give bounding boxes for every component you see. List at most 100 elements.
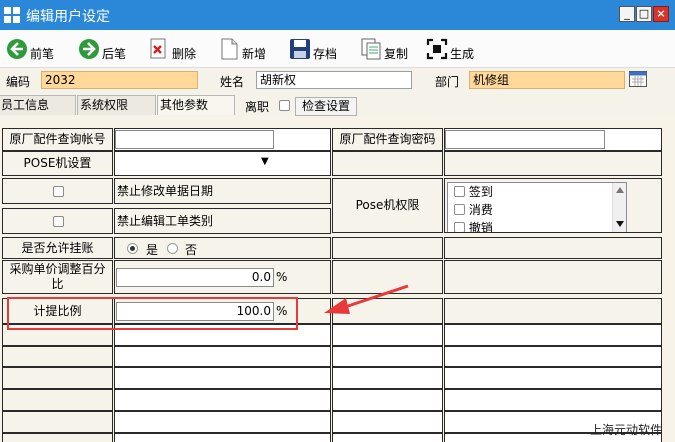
- purchase-adjust-input[interactable]: 0.0: [116, 268, 274, 287]
- toolbar: 前笔 后笔 删除 新增 存档 复制 生成: [0, 30, 675, 68]
- grid-empty-cell: [332, 346, 443, 367]
- oem-password-label: 原厂配件查询密码: [332, 128, 443, 151]
- grid-empty-cell: [444, 237, 662, 259]
- pose-setting-label: POSE机设置: [2, 151, 113, 176]
- close-button[interactable]: ×: [653, 6, 669, 22]
- scrollbar[interactable]: [612, 183, 626, 232]
- title-bar: 编辑用户设定 _ □ ×: [0, 0, 675, 30]
- name-label: 姓名: [220, 75, 245, 89]
- allow-credit-label: 是否允许挂账: [2, 237, 113, 259]
- info-row: 编码 2032 姓名 胡新权 部门 机修组: [0, 68, 675, 92]
- pose-permission-list[interactable]: 签到 消费 撤销: [447, 182, 627, 232]
- grid-empty-cell: [332, 433, 443, 442]
- oem-account-label: 原厂配件查询帐号: [2, 128, 113, 151]
- forbid-edit-type-label: 禁止编辑工单类别: [114, 208, 331, 234]
- new-document-icon: [221, 38, 238, 60]
- minimize-button[interactable]: _: [619, 6, 635, 22]
- grid-empty-cell: [114, 367, 331, 389]
- delete-button[interactable]: 删除: [148, 34, 196, 64]
- dept-field[interactable]: 机修组: [469, 71, 625, 89]
- check-settings-button[interactable]: 检查设置: [295, 97, 358, 116]
- grid-empty-cell: [444, 346, 662, 367]
- resign-label: 离职: [245, 100, 270, 114]
- list-item[interactable]: 签到: [448, 183, 626, 201]
- windows-logo-icon: [4, 7, 20, 23]
- grid-empty-cell: [2, 433, 113, 442]
- oem-password-cell: [444, 128, 662, 151]
- grid-empty-cell: [114, 346, 331, 367]
- save-button[interactable]: 存档: [289, 34, 337, 64]
- oem-password-input[interactable]: [445, 130, 605, 149]
- grid-empty-cell: [444, 389, 662, 411]
- grid-empty-cell: [114, 324, 331, 346]
- name-field[interactable]: 胡新权: [256, 71, 412, 89]
- next-button[interactable]: 后笔: [78, 34, 126, 64]
- no-radio[interactable]: [167, 243, 178, 254]
- grid-empty-cell: [444, 324, 662, 346]
- no-label: 否: [185, 243, 198, 257]
- maximize-button[interactable]: □: [636, 6, 652, 22]
- grid-empty-cell: [444, 260, 662, 294]
- copy-button[interactable]: 复制: [360, 34, 408, 64]
- forbid-edit-date-checkbox[interactable]: [53, 186, 64, 197]
- resign-checkbox[interactable]: [279, 100, 290, 111]
- commission-input[interactable]: 100.0: [116, 302, 274, 321]
- scroll-up-icon[interactable]: [616, 187, 624, 193]
- code-field[interactable]: 2032: [41, 71, 198, 89]
- forbid-edit-type-checkbox[interactable]: [53, 216, 64, 227]
- commission-cell: 100.0 %: [114, 298, 331, 324]
- grid-empty-cell: [2, 367, 113, 389]
- purchase-adjust-label: 采购单价调整百分 比: [2, 260, 113, 294]
- window-title: 编辑用户设定: [26, 9, 110, 25]
- percent-sign: %: [276, 270, 288, 284]
- yes-radio[interactable]: [127, 243, 138, 254]
- grid-empty-cell: [2, 346, 113, 367]
- grid-empty-cell: [332, 367, 443, 389]
- copy-icon: [361, 38, 381, 60]
- grid-empty-cell: [444, 151, 662, 176]
- forbid-edit-date-label: 禁止修改单据日期: [114, 178, 331, 204]
- generate-icon: [426, 38, 448, 60]
- tab-employee-info[interactable]: 员工信息: [0, 95, 76, 115]
- add-button[interactable]: 新增: [218, 34, 266, 64]
- tabs-row: 员工信息 系统权限 其他参数 离职 检查设置: [0, 92, 675, 116]
- prev-button[interactable]: 前笔: [6, 34, 54, 64]
- grid-empty-cell: [332, 389, 443, 411]
- commission-label: 计提比例: [2, 298, 113, 324]
- list-item[interactable]: 撤销: [448, 219, 626, 232]
- annotation-arrow-icon: [324, 284, 409, 314]
- grid-empty-cell: [114, 389, 331, 411]
- grid-empty-cell: [444, 298, 662, 324]
- permission-checkbox[interactable]: [454, 204, 465, 215]
- grid-empty-cell: [332, 411, 443, 433]
- grid-empty-cell: [332, 324, 443, 346]
- grid-empty-cell: [332, 237, 443, 259]
- generate-button[interactable]: 生成: [426, 34, 474, 64]
- forbid-edit-date-cell: [2, 178, 113, 204]
- oem-account-input[interactable]: [115, 130, 274, 149]
- pose-setting-dropdown[interactable]: ▼: [115, 154, 274, 173]
- pose-setting-cell: ▼: [114, 151, 331, 176]
- grid-empty-cell: [2, 389, 113, 411]
- tab-other-params[interactable]: 其他参数: [157, 95, 235, 115]
- scroll-down-icon[interactable]: [616, 221, 624, 227]
- delete-icon: [150, 38, 166, 59]
- grid-empty-cell: [332, 151, 443, 176]
- list-item[interactable]: 消费: [448, 201, 626, 219]
- forbid-edit-type-cell: [2, 208, 113, 234]
- grid-empty-cell: [114, 433, 331, 442]
- chevron-down-icon: ▼: [261, 156, 269, 167]
- permission-checkbox[interactable]: [454, 222, 465, 232]
- permission-checkbox[interactable]: [454, 186, 465, 197]
- watermark: 上海元动软件: [590, 423, 663, 437]
- calendar-icon[interactable]: [629, 71, 647, 87]
- dept-label: 部门: [435, 75, 460, 89]
- arrow-right-icon: [79, 39, 99, 59]
- arrow-left-icon: [7, 39, 27, 59]
- yes-label: 是: [146, 243, 159, 257]
- tab-system-permissions[interactable]: 系统权限: [77, 95, 156, 115]
- code-label: 编码: [6, 75, 31, 89]
- purchase-adjust-cell: 0.0 %: [114, 260, 331, 294]
- pose-permission-cell: 签到 消费 撤销: [444, 178, 662, 233]
- grid-empty-cell: [2, 324, 113, 346]
